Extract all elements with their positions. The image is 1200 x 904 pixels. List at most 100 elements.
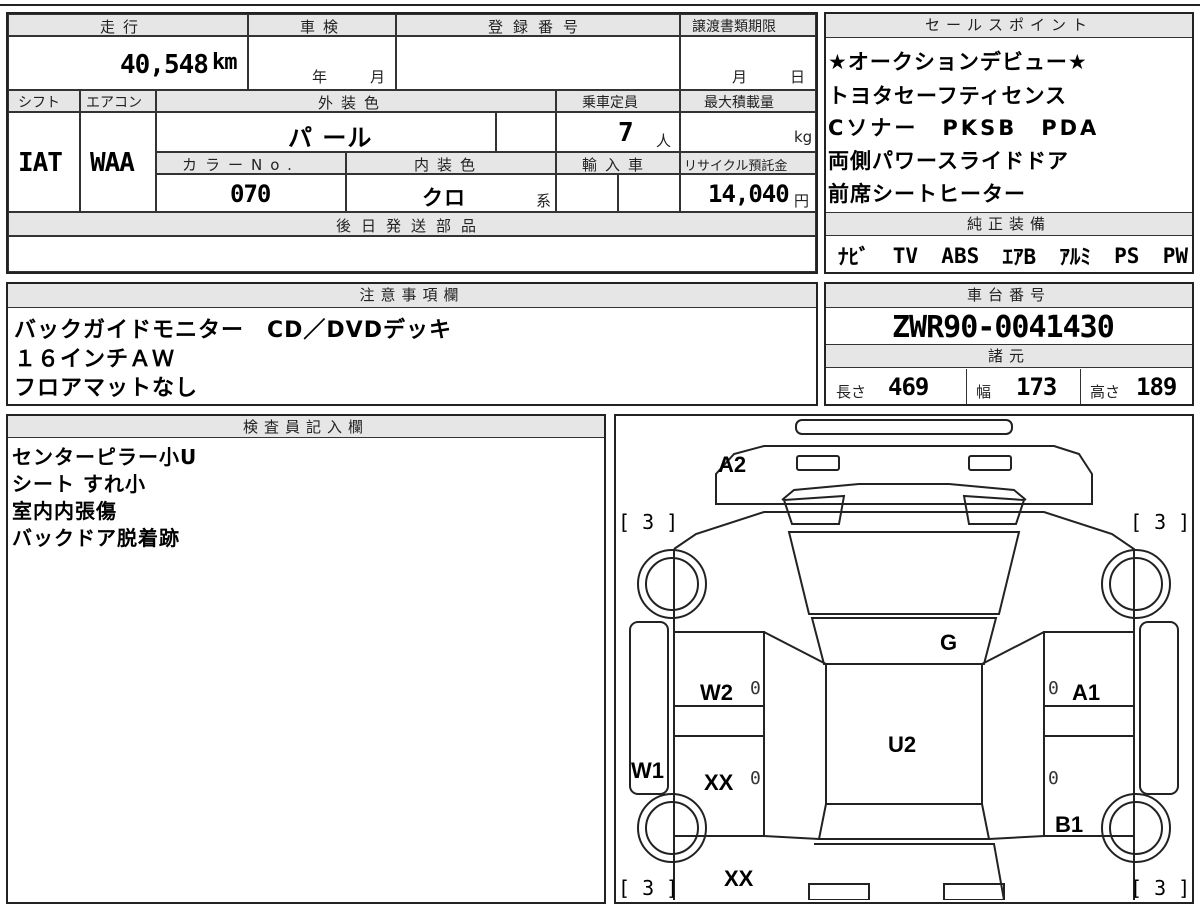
front-right-wheel-inner-shape <box>1109 557 1163 611</box>
length-label: 長さ <box>836 383 867 401</box>
inspector-line-3: 室内内張傷 <box>12 499 117 523</box>
interior-value: クロ <box>422 186 466 210</box>
capacity-unit: 人 <box>656 132 672 150</box>
recycle-unit: 円 <box>794 192 810 210</box>
height-label: 高さ <box>1090 383 1121 401</box>
color-no-value: 070 <box>230 180 271 208</box>
rear-window-line <box>814 843 1005 900</box>
equip-navi: ﾅﾋﾞ <box>838 245 870 269</box>
mileage-value: 40,548 <box>120 50 209 80</box>
rear-right-wheel-shape <box>1101 793 1171 863</box>
rear-right-wheel-inner-shape <box>1109 801 1163 855</box>
rear-left-wheel-inner-shape <box>645 801 699 855</box>
equip-abs: ABS <box>941 244 980 268</box>
sales-point-line-4: 両側パワースライドドア <box>828 149 1069 173</box>
later-parts-label: 後日発送部品 <box>336 217 487 235</box>
mark-a1: A1 <box>1072 680 1101 705</box>
inspection-month: 月 <box>370 68 386 86</box>
car-outline-diagram <box>629 419 1179 900</box>
notes-line-3: フロアマットなし <box>14 376 199 401</box>
recycle-label: リサイクル預託金 <box>684 159 788 174</box>
rear-roof-shape <box>817 803 991 840</box>
headlight-left-shape <box>796 455 840 471</box>
right-mirror-shape <box>962 494 1026 525</box>
mark-zero-1: 0 <box>750 678 761 699</box>
tire-rear-left: [ 3 ] <box>618 876 679 900</box>
height-value: 189 <box>1136 373 1177 401</box>
exterior-extra-cell <box>496 112 556 152</box>
front-roof-shape <box>810 617 998 665</box>
import-label: 輸入車 <box>582 156 652 174</box>
mark-w1: W1 <box>631 758 664 783</box>
mark-g: G <box>940 630 958 655</box>
mark-a2: A2 <box>718 452 747 477</box>
notes-line-1: バックガイドモニター CD／DVDデッキ <box>14 318 452 343</box>
max-load-label: 最大積載量 <box>704 95 774 111</box>
left-lower-line <box>763 835 820 840</box>
registration-value-cell <box>396 36 680 90</box>
specs-divider-1 <box>966 369 967 404</box>
genuine-equipment-list: ﾅﾋﾞ TV ABS ｴｱB ｱﾙﾐ PS PW <box>838 240 1188 272</box>
color-no-label: カラーNo. <box>182 156 300 174</box>
shift-value: IAT <box>18 148 63 178</box>
sales-point-line-1: ★オークションデビュー★ <box>828 50 1088 74</box>
deadline-label: 譲渡書類期限 <box>692 19 776 35</box>
front-left-wheel-shape <box>637 549 707 619</box>
right-sill-shape <box>1139 621 1179 795</box>
deadline-month: 月 <box>732 68 748 86</box>
tire-front-right: [ 3 ] <box>1130 510 1191 534</box>
capacity-value: 7 <box>618 118 634 148</box>
inspection-label: 車検 <box>300 18 347 36</box>
rear-left-wheel-shape <box>637 793 707 863</box>
inspector-line-4: バックドア脱着跡 <box>12 526 180 550</box>
sales-point-line-3: Cソナー PKSB PDA <box>828 116 1100 140</box>
specs-divider-2 <box>1080 369 1081 404</box>
rear-light-left-shape <box>808 883 870 900</box>
notes-line-2: １６インチＡＷ <box>14 347 176 372</box>
shift-label: シフト <box>18 95 60 111</box>
inspector-line-1: センターピラー小U <box>12 445 198 469</box>
equip-airbag: ｴｱB <box>1002 245 1037 269</box>
recycle-value: 14,040 <box>708 180 790 208</box>
notes-header: 注意事項欄 <box>8 284 816 308</box>
registration-label: 登録番号 <box>488 18 589 36</box>
equip-pw: PW <box>1162 244 1188 268</box>
genuine-equipment-header: 純正装備 <box>826 212 1192 236</box>
inspector-line-2: シート すれ小 <box>12 472 146 496</box>
front-right-wheel-shape <box>1101 549 1171 619</box>
tire-rear-right: [ 3 ] <box>1130 876 1191 900</box>
specs-header: 諸元 <box>826 344 1192 368</box>
aircon-value: WAA <box>90 148 135 178</box>
inspector-header: 検査員記入欄 <box>8 416 604 438</box>
max-load-unit: kg <box>794 128 813 146</box>
equip-ps: PS <box>1114 244 1140 268</box>
mark-w2: W2 <box>700 680 733 705</box>
mileage-unit: km <box>212 50 237 75</box>
chassis-value: ZWR90-0041430 <box>892 310 1115 345</box>
sales-points-header: セールスポイント <box>826 14 1192 38</box>
capacity-label: 乗車定員 <box>582 95 638 111</box>
chassis-header: 車台番号 <box>826 284 1192 308</box>
front-left-wheel-inner-shape <box>645 557 699 611</box>
length-value: 469 <box>888 373 929 401</box>
top-strip <box>0 0 1200 6</box>
equip-alloy: ｱﾙﾐ <box>1059 245 1091 269</box>
inspection-year: 年 <box>312 68 328 86</box>
width-value: 173 <box>1016 373 1057 401</box>
windshield-shape <box>787 531 1021 615</box>
width-label: 幅 <box>976 383 992 401</box>
mark-xx-2: XX <box>724 866 754 891</box>
aircon-label: エアコン <box>86 95 142 111</box>
rear-light-right-shape <box>943 883 1005 900</box>
mark-u2: U2 <box>888 732 917 757</box>
mark-zero-2: 0 <box>1048 678 1059 699</box>
mileage-label: 走行 <box>100 18 147 36</box>
mark-zero-3: 0 <box>750 768 761 789</box>
hood-shape <box>715 445 1093 505</box>
mark-zero-4: 0 <box>1048 768 1059 789</box>
left-mirror-shape <box>782 494 846 525</box>
equip-tv: TV <box>892 244 919 268</box>
exterior-value: パ ール <box>288 124 373 152</box>
tire-front-left: [ 3 ] <box>618 510 679 534</box>
headlight-right-shape <box>968 455 1012 471</box>
